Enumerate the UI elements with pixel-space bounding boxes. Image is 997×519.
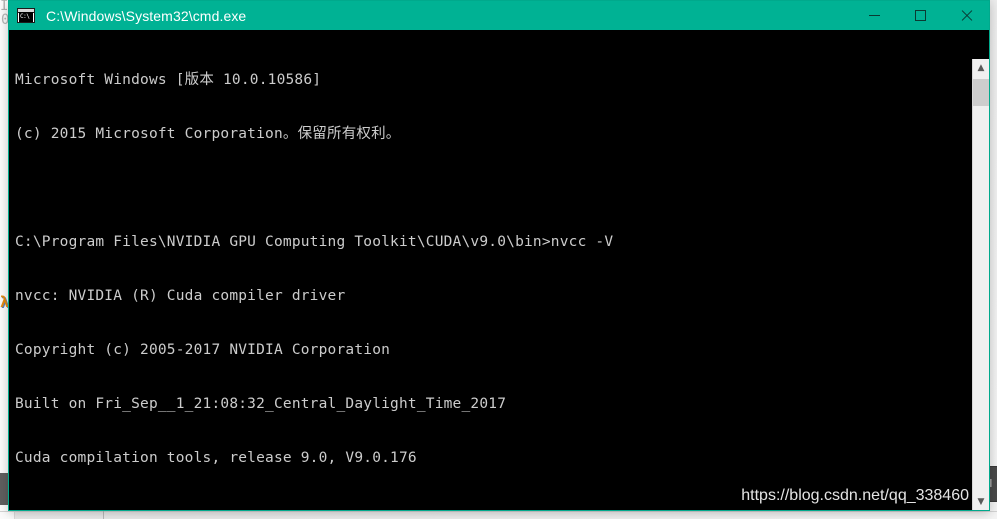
console-line: nvcc: NVIDIA (R) Cuda compiler driver (15, 288, 346, 304)
screen-root: ΙΙ 0 λ ‖ C:\Windows\System32\cmd.exe (0, 0, 997, 519)
watermark-text: https://blog.csdn.net/qq_338460 (741, 487, 969, 504)
cmd-console-icon (17, 8, 35, 23)
minimize-button[interactable] (851, 1, 897, 30)
console-line: Built on Fri_Sep__1_21:08:32_Central_Day… (15, 396, 507, 412)
console-output-area[interactable]: Microsoft Windows [版本 10.0.10586] (c) 20… (9, 30, 989, 510)
close-icon (960, 9, 973, 22)
maximize-icon (914, 10, 926, 21)
console-line: Copyright (c) 2005-2017 NVIDIA Corporati… (15, 342, 391, 358)
scrollbar-track[interactable] (973, 76, 989, 493)
console-line: (c) 2015 Microsoft Corporation。保留所有权利。 (15, 126, 401, 142)
window-controls (851, 1, 989, 30)
window-titlebar[interactable]: C:\Windows\System32\cmd.exe (9, 1, 989, 30)
window-title: C:\Windows\System32\cmd.exe (46, 7, 247, 24)
console-text-block: Microsoft Windows [版本 10.0.10586] (c) 20… (15, 35, 613, 510)
scrollbar-down-arrow-icon[interactable]: ▼ (973, 493, 989, 510)
maximize-button[interactable] (897, 1, 943, 30)
console-line: Cuda compilation tools, release 9.0, V9.… (15, 450, 417, 466)
cmd-window: C:\Windows\System32\cmd.exe Microsoft Wi… (8, 0, 990, 511)
scrollbar-up-arrow-icon[interactable]: ▲ (973, 59, 989, 76)
scrollbar-thumb[interactable] (973, 79, 989, 106)
console-scrollbar[interactable]: ▲ ▼ (972, 59, 989, 510)
console-line: C:\Program Files\NVIDIA GPU Computing To… (15, 234, 614, 250)
background-horizontal-divider (0, 511, 997, 512)
minimize-icon (868, 15, 880, 16)
console-line: Microsoft Windows [版本 10.0.10586] (15, 72, 322, 88)
background-vertical-divider (103, 511, 104, 519)
close-button[interactable] (943, 1, 989, 30)
